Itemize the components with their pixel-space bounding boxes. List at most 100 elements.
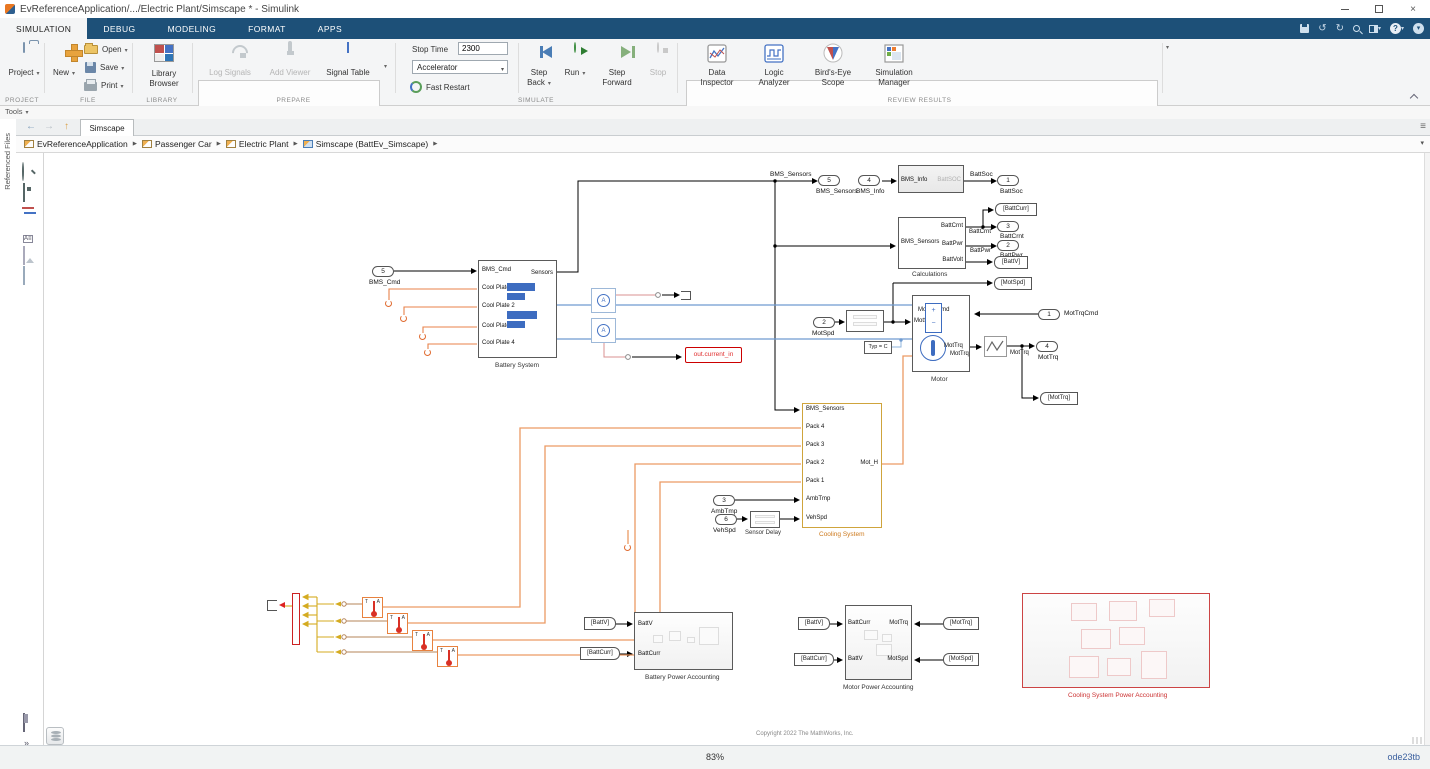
up-to-parent-icon[interactable]: ↑ xyxy=(64,121,69,133)
redo-icon[interactable]: ↻ xyxy=(1336,24,1344,34)
review-overflow-button[interactable]: ▾ xyxy=(1166,44,1169,51)
inport-vehspd[interactable]: 6 xyxy=(715,514,737,525)
model-data-button[interactable] xyxy=(46,727,64,745)
forward-icon[interactable]: → xyxy=(44,121,54,133)
log-signals-button[interactable]: Log Signals xyxy=(202,42,258,78)
motor-power-accounting-block[interactable] xyxy=(845,605,912,680)
mux-block[interactable] xyxy=(292,593,300,645)
solver-name[interactable]: ode23tb xyxy=(1387,752,1420,762)
tab-apps[interactable]: APPS xyxy=(302,18,358,39)
signal-label[interactable]: BMS_Sensors xyxy=(770,171,812,178)
sensor-delay-block[interactable] xyxy=(750,511,780,528)
temperature-sensor-block[interactable]: TA xyxy=(437,646,458,667)
tab-simulation[interactable]: SIMULATION xyxy=(0,18,87,39)
fast-restart-button[interactable]: Fast Restart xyxy=(410,81,470,93)
area-box-icon[interactable] xyxy=(21,267,38,284)
inport-ambtmp[interactable]: 3 xyxy=(713,495,735,506)
goto-tag-mottrq[interactable]: [MotTrq] xyxy=(1040,392,1078,405)
from-tag-battv[interactable]: [BattV] xyxy=(584,617,616,630)
model-browser-icon[interactable] xyxy=(21,714,38,731)
collapse-ribbon-icon[interactable] xyxy=(1410,92,1418,100)
signal-table-button[interactable]: Signal Table xyxy=(320,42,376,78)
image-icon[interactable] xyxy=(21,247,38,264)
from-tag-battv[interactable]: [BattV] xyxy=(798,617,830,630)
outport-mottrq[interactable]: 4 xyxy=(1036,341,1058,352)
temperature-sensor-block[interactable]: TA xyxy=(362,597,383,618)
current-sensor-block[interactable]: A xyxy=(591,288,616,313)
unconnected-port-hook[interactable] xyxy=(419,333,426,340)
signal-label[interactable]: BattPwr xyxy=(970,248,991,254)
project-button[interactable]: Project xyxy=(4,42,44,78)
unconnected-port-hook[interactable] xyxy=(400,315,407,322)
birds-eye-scope-button[interactable]: Bird's-Eye Scope xyxy=(806,42,860,87)
terminator-block[interactable] xyxy=(681,291,691,300)
back-icon[interactable]: ← xyxy=(26,121,36,133)
temperature-sensor-block[interactable]: TA xyxy=(412,630,433,651)
save-icon[interactable] xyxy=(1300,24,1309,33)
breadcrumb-item-electric-plant[interactable]: Electric Plant xyxy=(226,139,303,149)
stop-time-input[interactable] xyxy=(458,42,508,55)
data-inspector-button[interactable]: Data Inspector xyxy=(692,42,742,87)
vertical-scrollbar[interactable] xyxy=(1424,153,1430,745)
breadcrumb-item-simscape[interactable]: Simscape (BattEv_Simscape) xyxy=(303,139,443,149)
signal-label[interactable]: BattCrnt xyxy=(969,229,991,235)
goto-tag-battcurr[interactable]: [BattCurr] xyxy=(995,203,1037,216)
step-back-button[interactable]: Step Back xyxy=(522,42,556,88)
maximize-button[interactable] xyxy=(1362,0,1396,18)
simulation-mode-select[interactable]: Accelerator xyxy=(412,60,508,74)
error-block-out-current[interactable]: out.current_in xyxy=(685,347,742,363)
inport-bms-info[interactable]: 4 xyxy=(858,175,880,186)
add-viewer-button[interactable]: Add Viewer xyxy=(262,42,318,78)
unconnected-port-hook[interactable] xyxy=(424,349,431,356)
unconnected-port-hook[interactable] xyxy=(385,300,392,307)
layout-icon[interactable]: ▾ xyxy=(1369,25,1381,33)
referenced-files-panel-tab[interactable]: Referenced Files xyxy=(1,122,14,200)
library-browser-button[interactable]: Library Browser xyxy=(140,42,188,88)
tab-format[interactable]: FORMAT xyxy=(232,18,302,39)
document-tab-simscape[interactable]: Simscape xyxy=(80,119,134,136)
prepare-overflow-button[interactable]: ▾ xyxy=(384,63,387,70)
inport-motspd[interactable]: 2 xyxy=(813,317,835,328)
signal-label[interactable]: MotTrq xyxy=(1010,350,1029,356)
tab-list-icon[interactable]: ≡ xyxy=(1420,121,1426,132)
help-icon[interactable]: ?▾ xyxy=(1390,23,1404,34)
undo-icon[interactable]: ↺ xyxy=(1318,24,1326,34)
outport-battsoc[interactable]: 1 xyxy=(997,175,1019,186)
current-sensor-block[interactable]: A xyxy=(591,318,616,343)
outport-bms-sensors[interactable]: 5 xyxy=(818,175,840,186)
scope-block[interactable] xyxy=(984,336,1007,357)
options-icon[interactable]: ▾ xyxy=(1413,23,1424,34)
from-tag-motspd[interactable]: [MotSpd] xyxy=(943,653,979,666)
from-tag-mottrq[interactable]: [MotTrq] xyxy=(943,617,979,630)
save-button[interactable]: Save xyxy=(85,62,124,73)
screenshot-icon[interactable] xyxy=(21,696,38,713)
goto-tag-motspd[interactable]: [MotSpd] xyxy=(994,277,1032,290)
inport-bms-cmd[interactable]: 5 xyxy=(372,266,394,277)
cooling-power-accounting-block[interactable] xyxy=(1022,593,1210,688)
inport-mottrqcmd[interactable]: 1 xyxy=(1038,309,1060,320)
run-button[interactable]: Run xyxy=(560,42,590,78)
simulation-manager-button[interactable]: Simulation Manager xyxy=(866,42,922,87)
search-icon[interactable] xyxy=(1353,25,1360,32)
print-button[interactable]: Print xyxy=(84,79,123,91)
signal-routing-icon[interactable] xyxy=(21,206,38,223)
fit-to-view-icon[interactable] xyxy=(21,184,38,201)
rate-adapt-block[interactable] xyxy=(846,310,884,332)
logic-analyzer-button[interactable]: Logic Analyzer xyxy=(748,42,800,87)
tab-debug[interactable]: DEBUG xyxy=(87,18,151,39)
from-tag-battcurr[interactable]: [BattCurr] xyxy=(794,653,834,666)
breadcrumb-item-passenger-car[interactable]: Passenger Car xyxy=(142,139,226,149)
stop-button[interactable]: Stop xyxy=(642,42,674,78)
zoom-icon[interactable] xyxy=(21,163,38,180)
outport-battcrnt[interactable]: 3 xyxy=(997,221,1019,232)
temperature-sensor-block[interactable]: TA xyxy=(387,613,408,634)
signal-label[interactable]: MotTrq xyxy=(950,351,969,357)
signal-label[interactable]: BattSoc xyxy=(970,171,993,178)
step-forward-button[interactable]: Step Forward xyxy=(597,42,637,87)
unconnected-port-hook[interactable] xyxy=(624,544,631,551)
minimize-button[interactable] xyxy=(1328,0,1362,18)
from-tag-battcurr[interactable]: [BattCurr] xyxy=(580,647,620,660)
breadcrumb-item-model[interactable]: EvReferenceApplication xyxy=(24,139,142,149)
tab-modeling[interactable]: MODELING xyxy=(152,18,233,39)
typ-constant-block[interactable]: Typ = C xyxy=(864,341,892,354)
